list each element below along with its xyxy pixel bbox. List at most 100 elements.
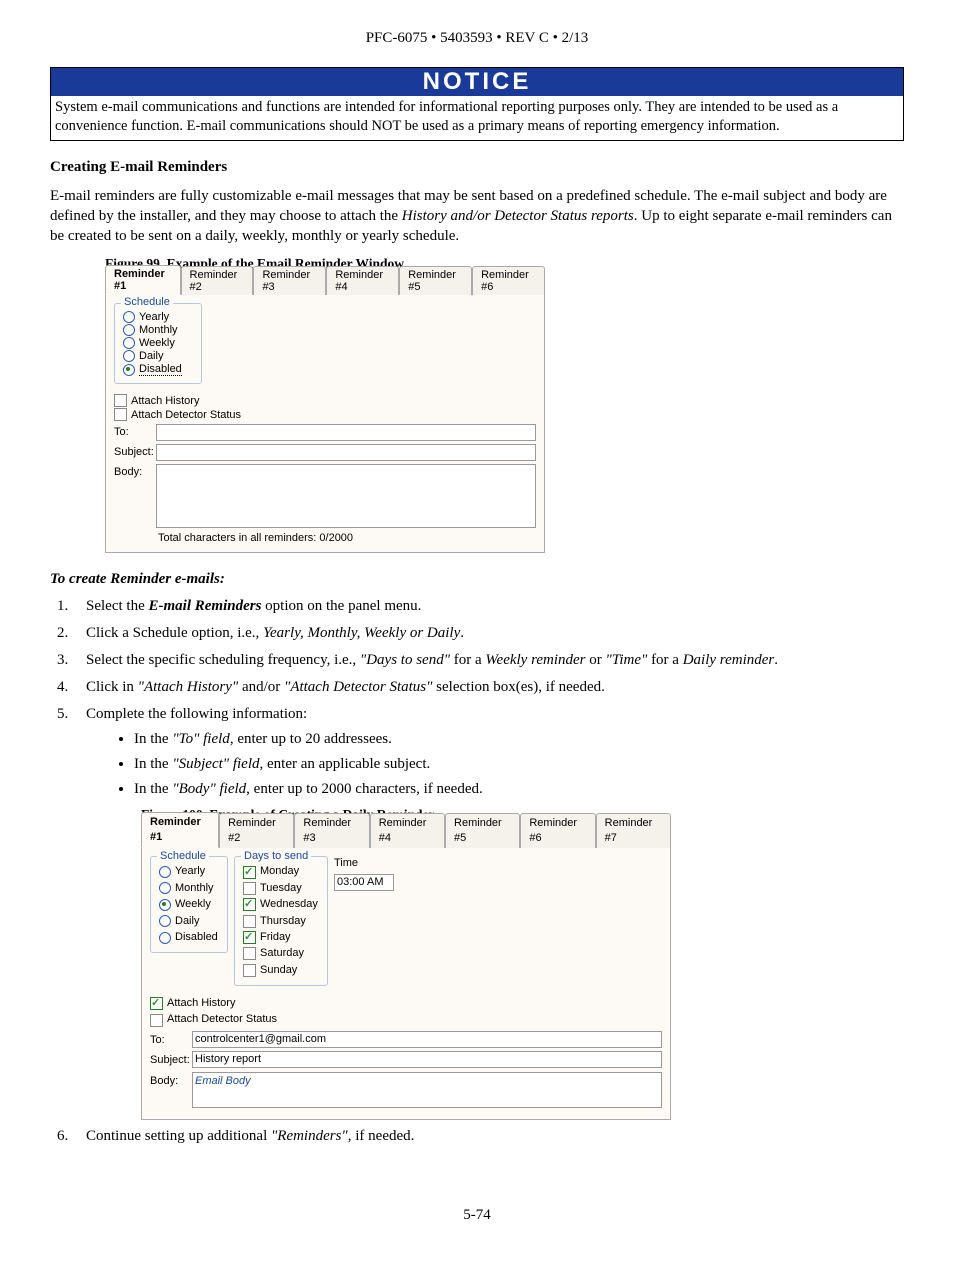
fig100-to-input[interactable]: controlcenter1@gmail.com bbox=[192, 1031, 662, 1048]
steps-list: Select the E-mail Reminders option on th… bbox=[50, 596, 904, 1146]
radio-icon bbox=[159, 882, 171, 894]
notice-box: NOTICE System e-mail communications and … bbox=[50, 67, 904, 141]
radio-label: Disabled bbox=[175, 930, 218, 945]
radio-label: Yearly bbox=[175, 864, 205, 879]
fig100-tab-2[interactable]: Reminder #2 bbox=[219, 813, 294, 849]
checkbox-icon bbox=[114, 408, 127, 421]
step-5: Complete the following information: In t… bbox=[72, 704, 904, 1119]
fig100-tab-7[interactable]: Reminder #7 bbox=[596, 813, 671, 849]
fig100-radio-monthly[interactable]: Monthly bbox=[159, 881, 219, 896]
intro-paragraph: E-mail reminders are fully customizable … bbox=[50, 186, 904, 247]
fig100-day-sat[interactable]: Saturday bbox=[243, 946, 319, 961]
fig100-radio-weekly[interactable]: Weekly bbox=[159, 897, 219, 912]
fig100-day-thu[interactable]: Thursday bbox=[243, 914, 319, 929]
checkbox-icon bbox=[243, 947, 256, 960]
fig99-radio-disabled[interactable]: Disabled bbox=[123, 363, 193, 376]
t: "Body" field bbox=[172, 781, 246, 797]
fig99-schedule-title: Schedule bbox=[121, 296, 173, 308]
fig100-time-input[interactable]: 03:00 AM bbox=[334, 874, 394, 891]
fig99-radio-monthly[interactable]: Monthly bbox=[123, 324, 193, 336]
fig99-schedule-group: Schedule Yearly Monthly Weekly Daily Dis… bbox=[114, 303, 202, 384]
fig99-body-label: Body: bbox=[114, 464, 156, 478]
t: E-mail Reminders bbox=[148, 598, 261, 614]
radio-icon bbox=[123, 311, 135, 323]
fig100-radio-daily[interactable]: Daily bbox=[159, 914, 219, 929]
radio-icon bbox=[159, 915, 171, 927]
fig99-radio-yearly[interactable]: Yearly bbox=[123, 311, 193, 323]
fig99-to-input[interactable] bbox=[156, 424, 536, 441]
fig100-day-wed[interactable]: Wednesday bbox=[243, 897, 319, 912]
fig100-body-input[interactable]: Email Body bbox=[192, 1072, 662, 1108]
fig100-to-row: To: controlcenter1@gmail.com bbox=[150, 1031, 662, 1048]
radio-icon bbox=[159, 866, 171, 878]
fig100-day-mon[interactable]: Monday bbox=[243, 864, 319, 879]
fig99-check-detector[interactable]: Attach Detector Status bbox=[114, 408, 536, 421]
fig99-radio-daily[interactable]: Daily bbox=[123, 350, 193, 362]
radio-icon bbox=[123, 364, 135, 376]
t: Click a Schedule option, i.e., bbox=[86, 625, 263, 641]
fig100-subject-row: Subject: History report bbox=[150, 1051, 662, 1068]
t: Select the specific scheduling frequency… bbox=[86, 652, 360, 668]
fig99-body-row: Body: bbox=[114, 464, 536, 528]
fig99-tab-3[interactable]: Reminder #3 bbox=[253, 266, 326, 295]
fig100-check-detector[interactable]: Attach Detector Status bbox=[150, 1012, 662, 1027]
fig100-days-group: Days to send Monday Tuesday Wednesday Th… bbox=[234, 856, 328, 986]
fig99-tab-4[interactable]: Reminder #4 bbox=[326, 266, 399, 295]
checkbox-icon bbox=[243, 898, 256, 911]
t: or bbox=[586, 652, 606, 668]
fig99-tab-5[interactable]: Reminder #5 bbox=[399, 266, 472, 295]
step-4: Click in "Attach History" and/or "Attach… bbox=[72, 677, 904, 698]
checkbox-label: Sunday bbox=[260, 963, 297, 978]
t: "Time" bbox=[606, 652, 648, 668]
fig100-day-fri[interactable]: Friday bbox=[243, 930, 319, 945]
radio-icon bbox=[123, 324, 135, 336]
fig99-tab-2[interactable]: Reminder #2 bbox=[181, 266, 254, 295]
fig100-day-sun[interactable]: Sunday bbox=[243, 963, 319, 978]
t: "Attach Detector Status" bbox=[284, 679, 432, 695]
page-header: PFC-6075 • 5403593 • REV C • 2/13 bbox=[50, 30, 904, 47]
t: Yearly, Monthly, Weekly or Daily bbox=[263, 625, 460, 641]
radio-icon bbox=[159, 899, 171, 911]
t: "Attach History" bbox=[138, 679, 239, 695]
t: and/or bbox=[238, 679, 284, 695]
checkbox-label: Attach History bbox=[131, 395, 199, 407]
checkbox-icon bbox=[243, 964, 256, 977]
fig100-tab-1[interactable]: Reminder #1 bbox=[141, 812, 219, 849]
fig100-day-tue[interactable]: Tuesday bbox=[243, 881, 319, 896]
radio-label: Weekly bbox=[175, 897, 211, 912]
fig99-tab-1[interactable]: Reminder #1 bbox=[105, 265, 181, 295]
checkbox-label: Saturday bbox=[260, 946, 304, 961]
fig100-body: Schedule Yearly Monthly Weekly Daily Dis… bbox=[141, 847, 671, 1119]
fig99-radio-weekly[interactable]: Weekly bbox=[123, 337, 193, 349]
radio-label: Yearly bbox=[139, 311, 169, 323]
t: Complete the following information: bbox=[86, 706, 307, 722]
fig100-tab-3[interactable]: Reminder #3 bbox=[294, 813, 369, 849]
fig100-check-history[interactable]: Attach History bbox=[150, 996, 662, 1011]
fig100-subject-input[interactable]: History report bbox=[192, 1051, 662, 1068]
fig100-radio-disabled[interactable]: Disabled bbox=[159, 930, 219, 945]
t: "To" field bbox=[172, 731, 229, 747]
radio-icon bbox=[123, 337, 135, 349]
fig100-tab-5[interactable]: Reminder #5 bbox=[445, 813, 520, 849]
fig100-tab-4[interactable]: Reminder #4 bbox=[370, 813, 445, 849]
fig100-schedule-title: Schedule bbox=[157, 849, 209, 864]
radio-label: Daily bbox=[139, 350, 163, 362]
checkbox-icon bbox=[114, 394, 127, 407]
fig100-tabs: Reminder #1 Reminder #2 Reminder #3 Remi… bbox=[141, 828, 671, 848]
fig99-subject-input[interactable] bbox=[156, 444, 536, 461]
t: Weekly reminder bbox=[485, 652, 585, 668]
notice-body: System e-mail communications and functio… bbox=[51, 96, 903, 140]
t: . bbox=[460, 625, 464, 641]
checkbox-icon bbox=[243, 882, 256, 895]
step-3: Select the specific scheduling frequency… bbox=[72, 650, 904, 671]
fig100-time-label: Time bbox=[334, 856, 394, 871]
fig99-body-input[interactable] bbox=[156, 464, 536, 528]
fig99-subject-row: Subject: bbox=[114, 444, 536, 461]
fig100-tab-6[interactable]: Reminder #6 bbox=[520, 813, 595, 849]
t: Daily reminder bbox=[683, 652, 775, 668]
fig99-check-history[interactable]: Attach History bbox=[114, 394, 536, 407]
fig99-tab-6[interactable]: Reminder #6 bbox=[472, 266, 545, 295]
fig100-radio-yearly[interactable]: Yearly bbox=[159, 864, 219, 879]
figure-100-window: Reminder #1 Reminder #2 Reminder #3 Remi… bbox=[141, 828, 671, 1119]
t: "Days to send" bbox=[360, 652, 450, 668]
